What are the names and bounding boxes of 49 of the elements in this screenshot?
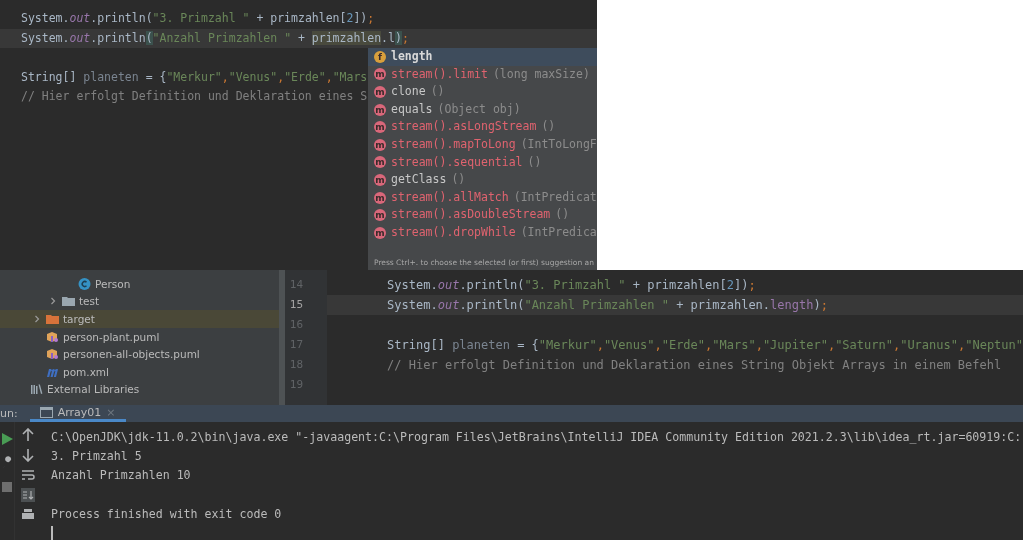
library-icon (30, 383, 43, 396)
tree-item[interactable]: person-plant.puml (32, 327, 279, 346)
completion-item[interactable]: m stream().limit (long maxSize) (368, 65, 597, 84)
completion-item[interactable]: m stream().allMatch (IntPredicat (368, 188, 597, 207)
window-icon (39, 406, 53, 418)
code-line: System.out.println("3. Primzahl " + primzahlen[2]); (387, 278, 756, 292)
completion-item[interactable]: m stream().sequential () (368, 153, 597, 172)
code-line: System.out.println("Anzahl Primzahlen " + primzahlen.l); (21, 30, 409, 45)
file-icon (46, 330, 59, 343)
chevron-icon[interactable] (48, 296, 58, 307)
class-icon (78, 277, 91, 290)
console-line: 3. Primzahl 5 (51, 448, 143, 466)
stop-icon[interactable] (0, 480, 14, 495)
completion-item[interactable]: m stream().asDoubleStream () (368, 206, 597, 224)
code-line: String[] planeten = {"Merkur","Venus","Erde","Mars","Jupiter","Saturn","Uranus","Neptun" (387, 338, 1023, 352)
tree-item[interactable]: Person (64, 275, 279, 293)
code-line: // Hier erfolgt Definition und Deklaration eines S (21, 89, 368, 103)
code-line: System.out.println("3. Primzahl " + primzahlen[2]); (21, 11, 375, 25)
completion-item[interactable]: m getClass () (368, 171, 597, 189)
up-arrow-icon[interactable] (21, 428, 35, 443)
panel-label: un: (0, 407, 18, 421)
console-line: Process finished with exit code 0 (51, 505, 283, 523)
text-cursor (51, 526, 53, 540)
tree-item[interactable]: personen-all-objects.puml (32, 345, 279, 363)
completion-item[interactable]: m stream().mapToLong (IntToLongF (368, 135, 597, 154)
file-icon (46, 348, 59, 361)
tree-item[interactable]: test (48, 292, 279, 311)
completion-item[interactable]: m equals (Object obj) (368, 100, 597, 119)
console-line: C:\OpenJDK\jdk-11.0.2\bin\java.exe "-javaagent:C:\Program Files\JetBrains\IntelliJ IDEA Community Edition 2021.2.3\lib\idea_rt.jar=60919:C: (51, 429, 1023, 447)
tree-item[interactable]: target (0, 310, 279, 328)
line-number: 15 (288, 297, 305, 313)
scroll-to-end-icon[interactable] (21, 488, 35, 503)
code-line: // Hier erfolgt Definition und Deklaration eines String Objekt Arrays in einem Befehl (387, 358, 1002, 372)
tree-item[interactable]: External Libraries (16, 380, 279, 399)
completion-item[interactable]: m clone () (368, 83, 597, 101)
console-line: Anzahl Primzahlen 10 (51, 467, 192, 485)
code-line: System.out.println("Anzahl Primzahlen " + primzahlen.length); (387, 298, 828, 312)
soft-wrap-icon[interactable] (21, 468, 35, 483)
tree-item[interactable]: pom.xml (32, 362, 279, 381)
completion-item[interactable]: m stream().asLongStream () (368, 118, 597, 136)
folder-icon (62, 295, 75, 308)
chevron-icon[interactable] (32, 314, 42, 324)
completion-item[interactable]: f length (368, 48, 597, 66)
code-editor[interactable] (285, 270, 1023, 405)
run-icon[interactable] (0, 432, 14, 447)
completion-item[interactable]: m stream().dropWhile (IntPredica (368, 223, 597, 242)
down-arrow-icon[interactable] (21, 448, 35, 463)
code-line: String[] planeten = {"Merkur","Venus","Erde","Mars (21, 69, 368, 84)
folder-icon (46, 313, 59, 325)
